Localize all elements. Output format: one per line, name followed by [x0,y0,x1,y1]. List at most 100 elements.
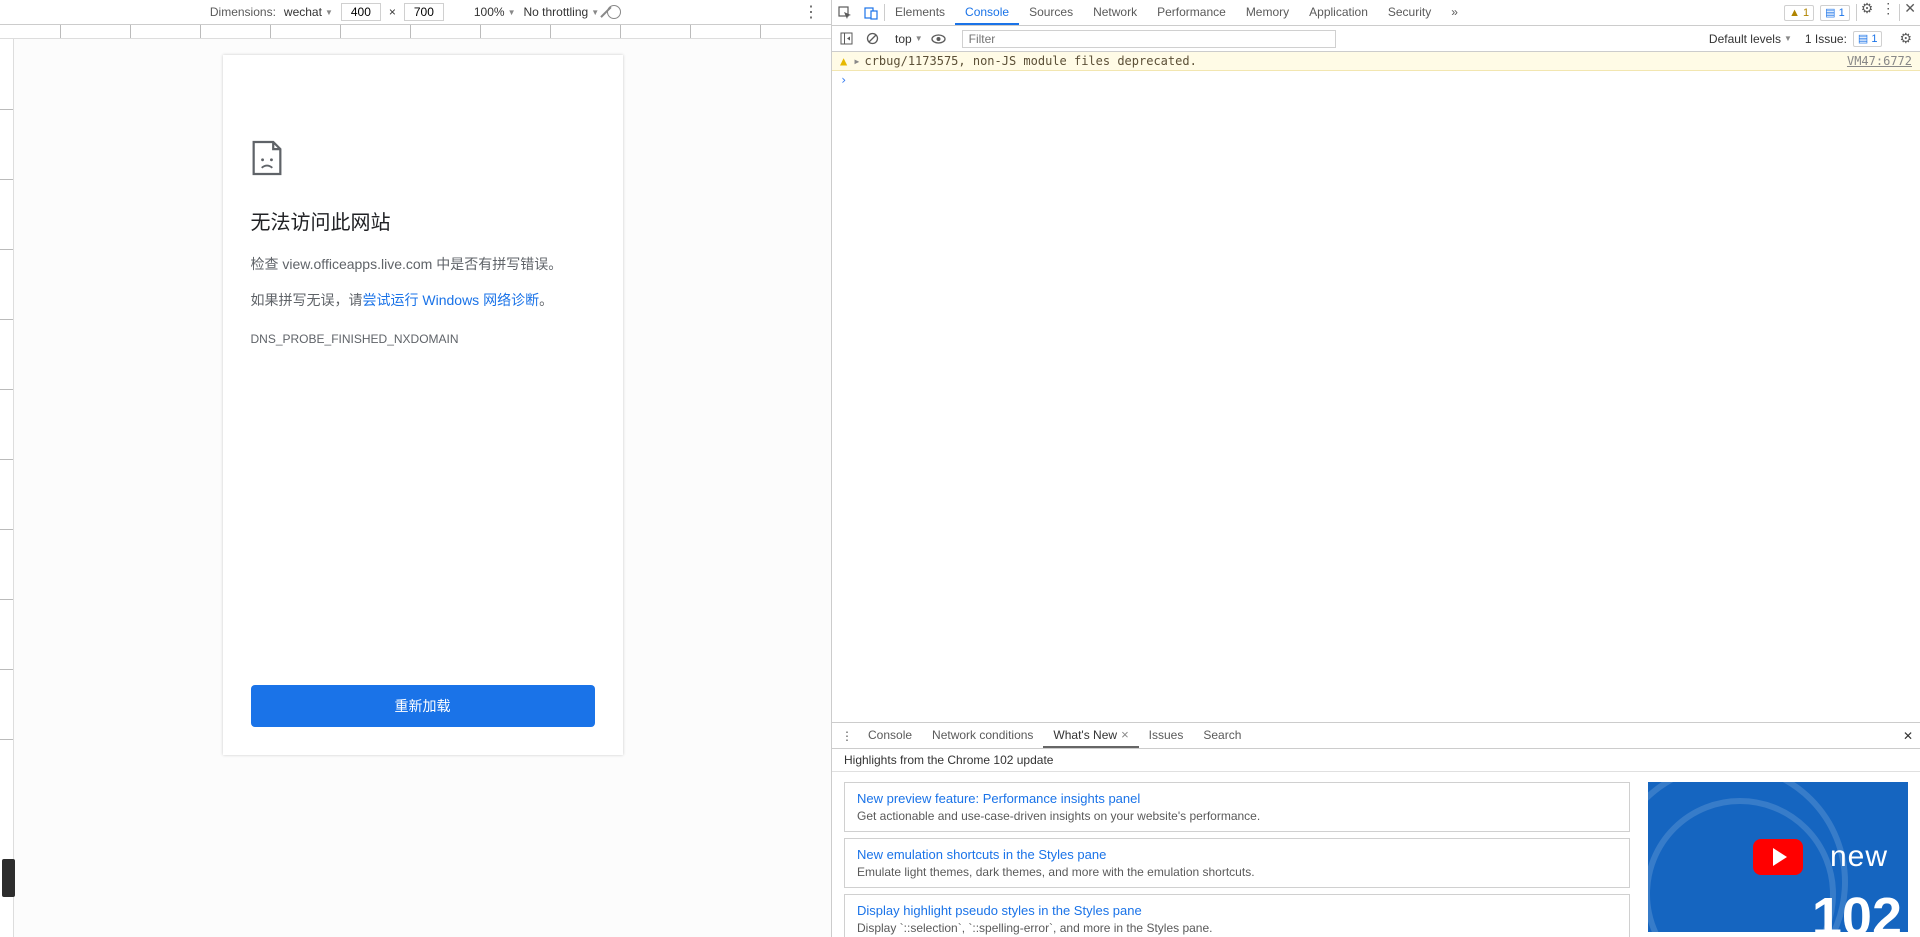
clear-console-icon[interactable] [862,32,882,45]
feature-card[interactable]: Display highlight pseudo styles in the S… [844,894,1630,937]
console-prompt[interactable]: › [832,71,1920,89]
ruler-horizontal [0,25,831,39]
tab-network[interactable]: Network [1083,0,1147,25]
settings-icon[interactable]: ⚙ [1857,0,1878,25]
drawer-tab-whats-new[interactable]: What's New × [1043,723,1138,748]
error-text: 检查 [251,256,283,272]
reload-button[interactable]: 重新加载 [251,685,595,727]
toggle-device-icon[interactable] [858,0,884,25]
error-code: DNS_PROBE_FINISHED_NXDOMAIN [251,332,595,346]
console-settings-icon[interactable]: ⚙ [1895,30,1916,47]
info-count: 1 [1839,7,1845,19]
tabs-overflow-icon[interactable]: » [1441,0,1468,25]
card-desc: Emulate light themes, dark themes, and m… [857,865,1617,879]
issue-count: 1 [1871,33,1877,45]
expand-icon[interactable]: ▸ [853,54,860,68]
drawer-tab-search[interactable]: Search [1193,723,1251,748]
throttling-select[interactable]: No throttling ▼ [524,5,600,19]
levels-value: Default levels [1709,32,1781,46]
drawer-tab-console[interactable]: Console [858,723,922,748]
card-title: New preview feature: Performance insight… [857,791,1617,806]
dimensions-label: Dimensions: [210,5,276,19]
close-drawer-icon[interactable]: ✕ [1896,723,1920,748]
tab-performance[interactable]: Performance [1147,0,1236,25]
context-value: top [895,32,912,46]
drawer: ⋮ Console Network conditions What's New … [832,722,1920,937]
drawer-tab-label: What's New [1053,728,1117,742]
log-levels-select[interactable]: Default levels ▼ [1709,32,1792,46]
error-host: view.officeapps.live.com [282,256,432,272]
device-frame: 无法访问此网站 检查 view.officeapps.live.com 中是否有… [223,55,623,755]
console-toolbar: top ▼ Default levels ▼ 1 Issue: ▤1 ⚙ [832,26,1920,52]
inspect-element-icon[interactable] [832,0,858,25]
info-badge[interactable]: ▤1 [1820,5,1850,21]
drawer-more-icon[interactable]: ⋮ [836,723,858,748]
card-desc: Get actionable and use-case-driven insig… [857,809,1617,823]
error-text: 。 [539,292,553,308]
height-input[interactable] [404,3,444,21]
error-text: 中是否有拼写错误。 [432,256,562,272]
filter-input[interactable] [962,30,1337,48]
devtools-tabs: Elements Console Sources Network Perform… [832,0,1920,26]
rotate-icon[interactable] [607,5,621,19]
error-line-1: 检查 view.officeapps.live.com 中是否有拼写错误。 [251,253,595,275]
chevron-down-icon: ▼ [915,34,923,43]
tab-memory[interactable]: Memory [1236,0,1299,25]
context-select[interactable]: top ▼ [895,32,923,46]
chevron-down-icon: ▼ [325,8,333,17]
card-desc: Display `::selection`, `::spelling-error… [857,921,1617,935]
feature-card[interactable]: New emulation shortcuts in the Styles pa… [844,838,1630,888]
drawer-tabs: ⋮ Console Network conditions What's New … [832,723,1920,749]
warning-icon: ▲ [840,54,847,68]
device-toolbar: Dimensions: wechat ▼ × 100% ▼ No throttl… [0,0,831,25]
sad-page-icon [251,140,283,176]
warning-count: 1 [1803,7,1809,19]
device-name: wechat [284,5,322,19]
tab-console[interactable]: Console [955,0,1019,25]
console-output: ▲ ▸ crbug/1173575, non-JS module files d… [832,52,1920,722]
drawer-tab-network-conditions[interactable]: Network conditions [922,723,1043,748]
toggle-handle[interactable] [2,859,15,897]
card-title: Display highlight pseudo styles in the S… [857,903,1617,918]
zoom-select[interactable]: 100% ▼ [474,5,516,19]
issues-count-badge[interactable]: ▤1 [1853,31,1883,47]
drawer-tab-issues[interactable]: Issues [1139,723,1194,748]
live-expression-icon[interactable] [929,34,949,44]
more-options-icon[interactable]: ⋮ [803,2,819,22]
zoom-value: 100% [474,5,505,19]
chevron-down-icon: ▼ [591,8,599,17]
message-icon: ▤ [1858,32,1868,45]
feature-card[interactable]: New preview feature: Performance insight… [844,782,1630,832]
tab-security[interactable]: Security [1378,0,1441,25]
error-text: 如果拼写无误，请 [251,292,363,308]
width-input[interactable] [341,3,381,21]
dimension-separator: × [389,5,396,19]
close-tab-icon[interactable]: × [1121,727,1129,742]
thumb-version: 102 [1812,886,1902,932]
highlights-title: Highlights from the Chrome 102 update [832,749,1920,772]
close-devtools-icon[interactable]: ✕ [1900,0,1920,25]
chevron-down-icon: ▼ [1784,34,1792,43]
sidebar-toggle-icon[interactable] [836,32,856,45]
whats-new-cards: New preview feature: Performance insight… [844,782,1630,927]
diagnostics-link[interactable]: 尝试运行 Windows 网络诊断 [363,292,540,308]
console-source-link[interactable]: VM47:6772 [1847,54,1912,68]
error-line-2: 如果拼写无误，请尝试运行 Windows 网络诊断。 [251,289,595,311]
warning-icon: ▲ [1789,7,1800,19]
throttling-value: No throttling [524,5,589,19]
tab-sources[interactable]: Sources [1019,0,1083,25]
device-select[interactable]: wechat ▼ [284,5,333,19]
chevron-down-icon: ▼ [508,8,516,17]
console-warning-row[interactable]: ▲ ▸ crbug/1173575, non-JS module files d… [832,52,1920,71]
console-message-text: crbug/1173575, non-JS module files depre… [864,54,1847,68]
tab-elements[interactable]: Elements [885,0,955,25]
issues-label: 1 Issue: [1805,32,1847,46]
message-icon: ▤ [1825,6,1835,19]
more-icon[interactable]: ⋮ [1877,0,1899,25]
ruler-vertical [0,39,14,937]
tab-application[interactable]: Application [1299,0,1378,25]
card-title: New emulation shortcuts in the Styles pa… [857,847,1617,862]
warnings-badge[interactable]: ▲1 [1784,5,1814,21]
play-icon [1753,839,1803,875]
video-thumbnail[interactable]: new 102 [1648,782,1908,932]
